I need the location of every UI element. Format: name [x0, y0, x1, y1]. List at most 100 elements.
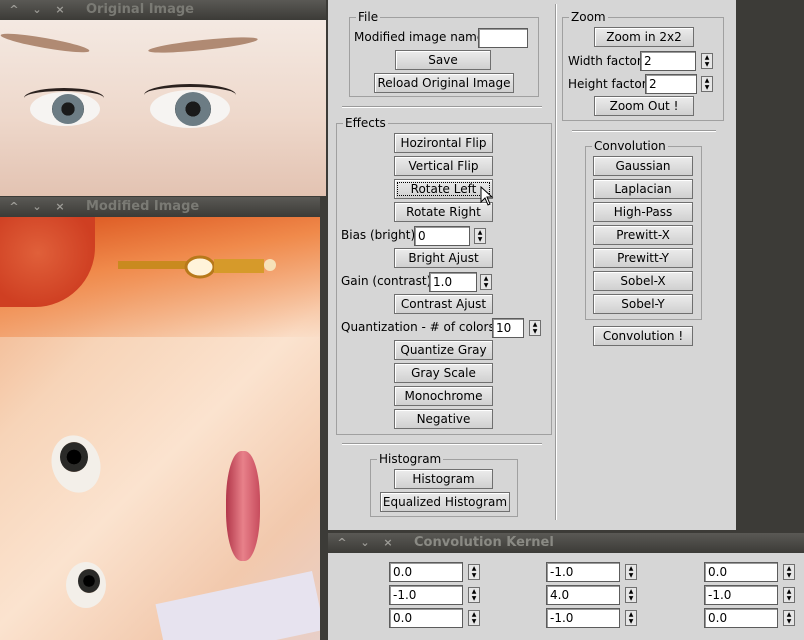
effects-separator — [342, 443, 542, 445]
file-separator — [342, 106, 542, 108]
width-factor-field[interactable] — [640, 51, 696, 71]
kernel-cell[interactable] — [546, 608, 620, 628]
width-factor-label: Width factor: — [568, 54, 646, 68]
histogram-button[interactable]: Histogram — [394, 469, 493, 489]
kernel-spinner[interactable]: ▲ ▼ — [468, 610, 480, 626]
shade-icon[interactable]: ^ — [4, 3, 24, 17]
quantization-spinner[interactable]: ▲ ▼ — [529, 320, 541, 336]
spin-up-icon[interactable]: ▲ — [484, 275, 489, 282]
window-title: Original Image — [86, 2, 194, 17]
quantization-label: Quantization - # of colors: — [341, 320, 499, 334]
sobel-x-button[interactable]: Sobel-X — [593, 271, 693, 291]
convolution-apply-button[interactable]: Convolution ! — [593, 326, 693, 346]
original-photo — [0, 20, 326, 196]
gain-field[interactable] — [429, 272, 477, 292]
kernel-spinner[interactable]: ▲ ▼ — [625, 587, 637, 603]
kernel-spinner[interactable]: ▲ ▼ — [783, 610, 795, 626]
spin-up-icon[interactable]: ▲ — [705, 77, 710, 84]
modified-name-label: Modified image name: — [354, 30, 489, 44]
gray-scale-button[interactable]: Gray Scale — [394, 363, 493, 383]
minimize-icon[interactable]: ⌄ — [27, 200, 47, 214]
prewitt-y-button[interactable]: Prewitt-Y — [593, 248, 693, 268]
histogram-legend: Histogram — [377, 452, 444, 466]
minimize-icon[interactable]: ⌄ — [355, 536, 375, 550]
spin-down-icon[interactable]: ▼ — [705, 61, 710, 68]
gaussian-button[interactable]: Gaussian — [593, 156, 693, 176]
file-legend: File — [356, 10, 381, 24]
zoom-out-button[interactable]: Zoom Out ! — [594, 96, 694, 116]
kernel-spinner[interactable]: ▲ ▼ — [783, 587, 795, 603]
control-panel: File Modified image name: Save Reload Or… — [328, 0, 736, 530]
prewitt-x-button[interactable]: Prewitt-X — [593, 225, 693, 245]
modified-image-titlebar[interactable]: ^ ⌄ × Modified Image — [0, 197, 320, 217]
height-factor-label: Height factor: — [568, 77, 651, 91]
kernel-spinner[interactable]: ▲ ▼ — [468, 564, 480, 580]
laplacian-button[interactable]: Laplacian — [593, 179, 693, 199]
horizontal-flip-button[interactable]: Hozirontal Flip — [394, 133, 493, 153]
kernel-cell[interactable] — [704, 608, 778, 628]
original-image-window: ^ ⌄ × Original Image — [0, 0, 326, 196]
width-factor-spinner[interactable]: ▲ ▼ — [701, 53, 713, 69]
close-icon[interactable]: × — [50, 3, 70, 17]
bias-spinner[interactable]: ▲ ▼ — [474, 228, 486, 244]
kernel-spinner[interactable]: ▲ ▼ — [625, 610, 637, 626]
rotate-left-button[interactable]: Rotate Left — [394, 179, 493, 199]
save-button[interactable]: Save — [395, 50, 491, 70]
height-factor-field[interactable] — [645, 74, 697, 94]
negative-button[interactable]: Negative — [394, 409, 493, 429]
kernel-cell[interactable] — [546, 562, 620, 582]
vertical-flip-button[interactable]: Vertical Flip — [394, 156, 493, 176]
rotate-right-button[interactable]: Rotate Right — [394, 202, 493, 222]
spin-up-icon[interactable]: ▲ — [533, 321, 538, 328]
kernel-cell[interactable] — [704, 562, 778, 582]
modified-name-field[interactable] — [478, 28, 528, 48]
convolution-legend: Convolution — [592, 139, 668, 153]
spin-down-icon[interactable]: ▼ — [705, 84, 710, 91]
spin-down-icon[interactable]: ▼ — [484, 282, 489, 289]
quantization-field[interactable] — [492, 318, 524, 338]
minimize-icon[interactable]: ⌄ — [27, 3, 47, 17]
effects-legend: Effects — [343, 116, 388, 130]
kernel-titlebar[interactable]: ^ ⌄ × Convolution Kernel — [328, 533, 804, 553]
kernel-spinner[interactable]: ▲ ▼ — [625, 564, 637, 580]
close-icon[interactable]: × — [378, 536, 398, 550]
kernel-cell[interactable] — [704, 585, 778, 605]
kernel-cell[interactable] — [389, 562, 463, 582]
spin-down-icon[interactable]: ▼ — [533, 328, 538, 335]
quantize-gray-button[interactable]: Quantize Gray — [394, 340, 493, 360]
kernel-spinner[interactable]: ▲ ▼ — [468, 587, 480, 603]
modified-photo — [0, 217, 320, 640]
spin-up-icon[interactable]: ▲ — [705, 54, 710, 61]
gain-spinner[interactable]: ▲ ▼ — [480, 274, 492, 290]
equalized-histogram-button[interactable]: Equalized Histogram — [380, 492, 510, 512]
mouse-cursor-icon — [480, 186, 494, 206]
shade-icon[interactable]: ^ — [4, 200, 24, 214]
modified-image-window: ^ ⌄ × Modified Image — [0, 197, 320, 640]
spin-down-icon[interactable]: ▼ — [478, 236, 483, 243]
gain-label: Gain (contrast): — [341, 274, 436, 288]
zoom-in-button[interactable]: Zoom in 2x2 — [594, 27, 694, 47]
window-title: Convolution Kernel — [414, 535, 554, 550]
high-pass-button[interactable]: High-Pass — [593, 202, 693, 222]
original-image-titlebar[interactable]: ^ ⌄ × Original Image — [0, 0, 326, 20]
convolution-kernel-window: ^ ⌄ × Convolution Kernel ▲▼ ▲▼ ▲▼ ▲▼ ▲▼ … — [328, 533, 804, 640]
kernel-cell[interactable] — [389, 608, 463, 628]
monochrome-button[interactable]: Monochrome — [394, 386, 493, 406]
bias-field[interactable] — [414, 226, 470, 246]
kernel-cell[interactable] — [546, 585, 620, 605]
zoom-legend: Zoom — [569, 10, 608, 24]
zoom-separator — [572, 130, 716, 132]
panel-divider — [555, 4, 557, 520]
kernel-spinner[interactable]: ▲ ▼ — [783, 564, 795, 580]
bright-adjust-button[interactable]: Bright Ajust — [394, 248, 493, 268]
height-factor-spinner[interactable]: ▲ ▼ — [701, 76, 713, 92]
spin-up-icon[interactable]: ▲ — [478, 229, 483, 236]
contrast-adjust-button[interactable]: Contrast Ajust — [394, 294, 493, 314]
sobel-y-button[interactable]: Sobel-Y — [593, 294, 693, 314]
bias-label: Bias (bright): — [341, 228, 420, 242]
shade-icon[interactable]: ^ — [332, 536, 352, 550]
window-title: Modified Image — [86, 199, 200, 214]
reload-original-button[interactable]: Reload Original Image — [374, 73, 514, 93]
close-icon[interactable]: × — [50, 200, 70, 214]
kernel-cell[interactable] — [389, 585, 463, 605]
